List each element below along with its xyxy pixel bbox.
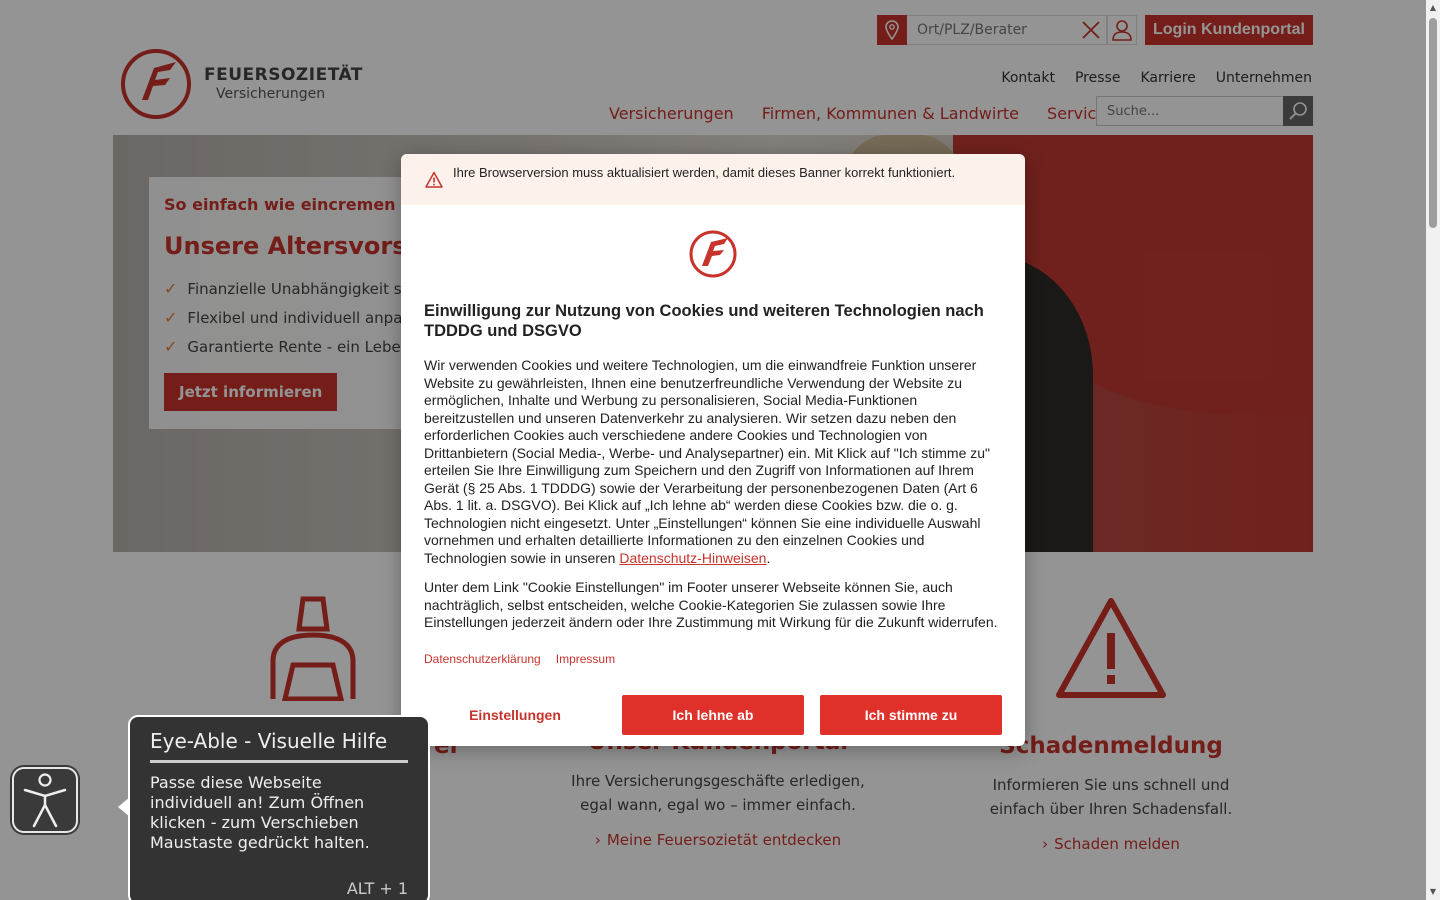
datenschutz-hinweise-link[interactable]: Datenschutz-Hinweisen (619, 550, 766, 566)
accept-button[interactable]: Ich stimme zu (820, 695, 1002, 735)
cookie-consent-modal: Ihre Browserversion muss aktualisiert we… (401, 154, 1025, 746)
modal-text-end: . (766, 549, 771, 566)
reject-button[interactable]: Ich lehne ab (622, 695, 804, 735)
warning-icon (425, 171, 443, 188)
scrollbar[interactable]: ▲ ▼ (1426, 0, 1440, 900)
einstellungen-button[interactable]: Einstellungen (424, 695, 606, 735)
scroll-down-icon[interactable]: ▼ (1428, 887, 1438, 897)
eye-able-title: Eye-Able - Visuelle Hilfe (150, 729, 408, 763)
modal-text-body: Wir verwenden Cookies und weitere Techno… (424, 357, 991, 566)
browser-warning: Ihre Browserversion muss aktualisiert we… (401, 154, 1025, 205)
datenschutzerklaerung-link[interactable]: Datenschutzerklärung (424, 652, 541, 666)
scroll-up-icon[interactable]: ▲ (1428, 3, 1438, 13)
accessibility-icon (23, 773, 67, 828)
eye-able-button[interactable] (12, 767, 78, 833)
impressum-link[interactable]: Impressum (556, 652, 615, 666)
browser-warning-text: Ihre Browserversion muss aktualisiert we… (453, 165, 956, 180)
modal-text-footer-info: Unter dem Link "Cookie Einstellungen" im… (424, 579, 998, 630)
eye-able-desc: Passe diese Webseite individuell an! Zum… (150, 773, 370, 852)
modal-buttons: Einstellungen Ich lehne ab Ich stimme zu (424, 695, 1002, 735)
eye-able-tooltip: Eye-Able - Visuelle Hilfe Passe diese We… (118, 715, 430, 900)
modal-links: Datenschutzerklärung Impressum (424, 652, 1002, 666)
modal-text: Wir verwenden Cookies und weitere Techno… (424, 357, 1002, 567)
eye-able-shortcut: ALT + 1 (346, 879, 408, 898)
modal-title: Einwilligung zur Nutzung von Cookies und… (424, 302, 984, 340)
scroll-thumb[interactable] (1429, 18, 1437, 228)
feuersozietaet-logo-icon (689, 230, 737, 278)
